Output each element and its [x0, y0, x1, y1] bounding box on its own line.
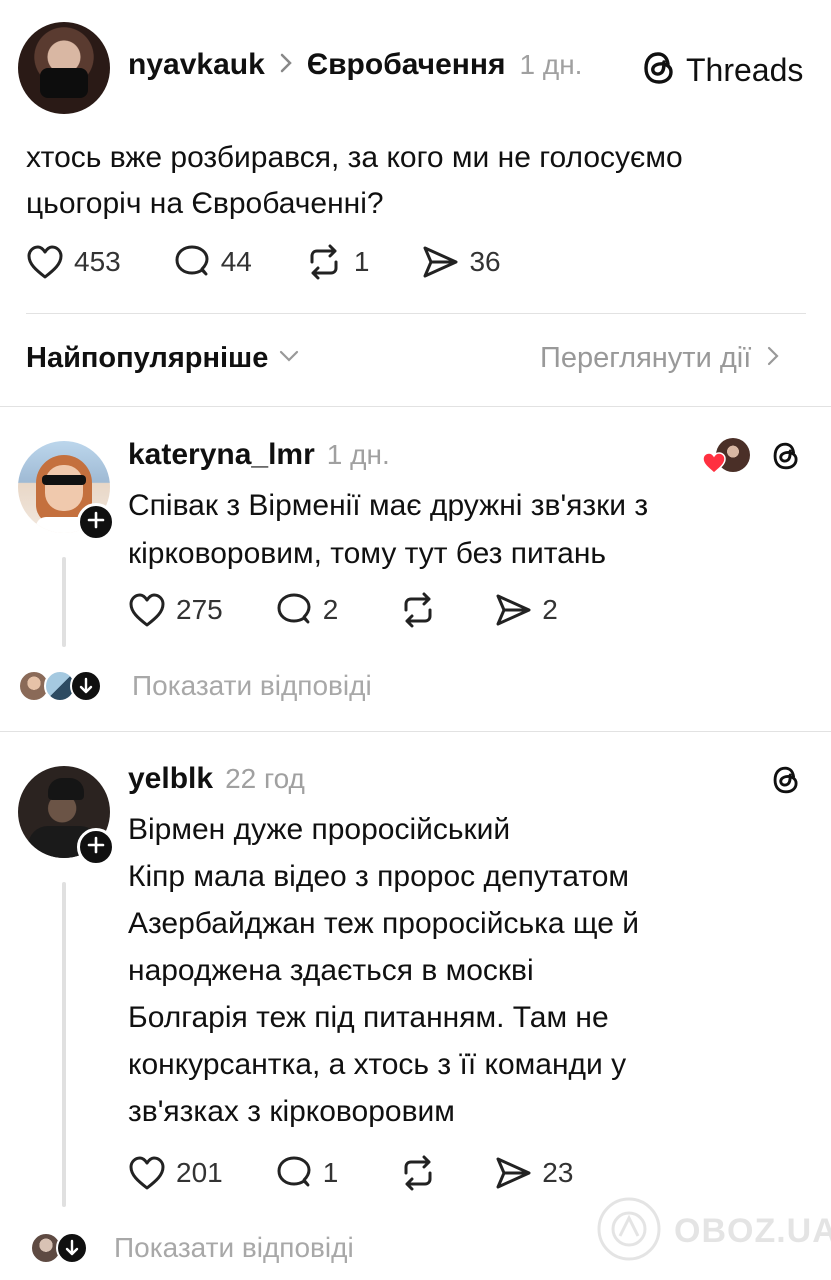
reply-text-line: Вірмен дуже проросійський — [128, 813, 511, 846]
heart-filled-icon — [702, 452, 726, 479]
like-button[interactable]: 201 — [128, 1155, 223, 1191]
post-community[interactable]: Євробачення — [307, 48, 506, 82]
chevron-down-icon — [278, 349, 300, 368]
like-button[interactable]: 453 — [26, 244, 121, 280]
expand-replies-icon — [56, 1232, 88, 1264]
reply-time: 1 дн. — [326, 439, 390, 470]
comment-count: 44 — [220, 246, 252, 277]
repost-icon — [304, 244, 344, 280]
watermark: OBOZ.UA — [596, 1196, 831, 1267]
repost-icon — [398, 592, 438, 628]
watermark-label: OBOZ.UA — [674, 1212, 831, 1250]
reply-text-line: народжена здається в москві — [128, 954, 534, 987]
like-button[interactable]: 275 — [128, 592, 223, 628]
comment-count: 1 — [322, 1157, 339, 1188]
thread-line — [62, 882, 66, 1207]
expand-replies-icon — [70, 670, 102, 702]
follow-button[interactable] — [77, 503, 115, 541]
reply-text-line: Співак з Вірменії має дружні зв'язки з — [128, 489, 649, 522]
chevron-right-icon — [279, 52, 293, 79]
reply-text-line: зв'язках з кірковоровим — [128, 1095, 455, 1128]
send-icon — [494, 592, 532, 628]
comment-button[interactable]: 2 — [275, 592, 339, 628]
post-text-line: цьогоріч на Євробаченні? — [26, 187, 384, 220]
repost-count: 1 — [353, 246, 370, 277]
sort-dropdown[interactable]: Найпопулярніше — [26, 342, 300, 375]
follow-button[interactable] — [77, 828, 115, 866]
heart-icon — [128, 592, 166, 628]
reply-text-line: Болгарія теж під питанням. Там не — [128, 1001, 609, 1034]
threads-logo-icon — [640, 48, 678, 93]
view-activity-label: Переглянути дії — [540, 342, 752, 374]
repost-icon — [398, 1155, 438, 1191]
comment-button[interactable]: 44 — [173, 244, 252, 280]
like-count: 453 — [74, 246, 121, 277]
post-text-line: хтось вже розбирався, за кого ми не голо… — [26, 141, 683, 174]
reply-text-line: конкурсантка, а хтось з її команди у — [128, 1048, 627, 1081]
reply-text-line: Кіпр мала відео з пророс депутатом — [128, 860, 630, 893]
threads-logo-icon[interactable] — [770, 762, 802, 803]
plus-icon — [87, 836, 105, 859]
liked-by-author-indicator — [702, 438, 752, 474]
share-button[interactable]: 23 — [494, 1155, 573, 1191]
chevron-right-icon — [767, 346, 779, 371]
divider — [26, 313, 806, 314]
repost-button[interactable] — [398, 592, 438, 628]
reply-username[interactable]: yelblk — [128, 762, 213, 796]
heart-icon — [128, 1155, 166, 1191]
like-count: 201 — [176, 1157, 223, 1188]
reply-username[interactable]: kateryna_lmr — [128, 438, 315, 472]
sort-label: Найпопулярніше — [26, 342, 269, 374]
send-icon — [494, 1155, 532, 1191]
comment-count: 2 — [322, 594, 339, 625]
threads-brand-label: Threads — [686, 52, 804, 88]
heart-icon — [26, 244, 64, 280]
show-replies-button[interactable]: Показати відповіді — [18, 670, 372, 702]
share-button[interactable]: 36 — [421, 244, 501, 280]
reply-text-line: Азербайджан теж проросійська ще й — [128, 907, 640, 940]
post-username[interactable]: nyavkauk — [128, 48, 265, 82]
send-icon — [421, 244, 459, 280]
share-count: 36 — [469, 246, 501, 277]
watermark-logo-icon — [596, 1196, 662, 1267]
repost-button[interactable]: 1 — [304, 244, 370, 280]
plus-icon — [87, 511, 105, 534]
post-time: 1 дн. — [519, 49, 583, 80]
comment-icon — [275, 1155, 313, 1191]
share-count: 23 — [542, 1157, 574, 1188]
post-author-avatar[interactable] — [18, 22, 110, 114]
share-button[interactable]: 2 — [494, 592, 558, 628]
show-replies-label: Показати відповіді — [114, 1232, 354, 1263]
show-replies-label: Показати відповіді — [132, 670, 372, 701]
comment-button[interactable]: 1 — [275, 1155, 339, 1191]
reply-time: 22 год — [225, 763, 305, 794]
reply-text-line: кірковоровим, тому тут без питань — [128, 537, 607, 570]
comment-icon — [275, 592, 313, 628]
share-count: 2 — [542, 594, 558, 625]
comment-icon — [173, 244, 211, 280]
like-count: 275 — [176, 594, 223, 625]
repost-button[interactable] — [398, 1155, 438, 1191]
threads-logo-icon[interactable] — [770, 438, 802, 479]
show-replies-button[interactable]: Показати відповіді — [30, 1232, 354, 1264]
divider — [0, 406, 831, 407]
view-activity-link[interactable]: Переглянути дії — [540, 342, 779, 375]
divider — [0, 731, 831, 732]
threads-brand[interactable]: Threads — [640, 48, 803, 93]
thread-line — [62, 557, 66, 647]
